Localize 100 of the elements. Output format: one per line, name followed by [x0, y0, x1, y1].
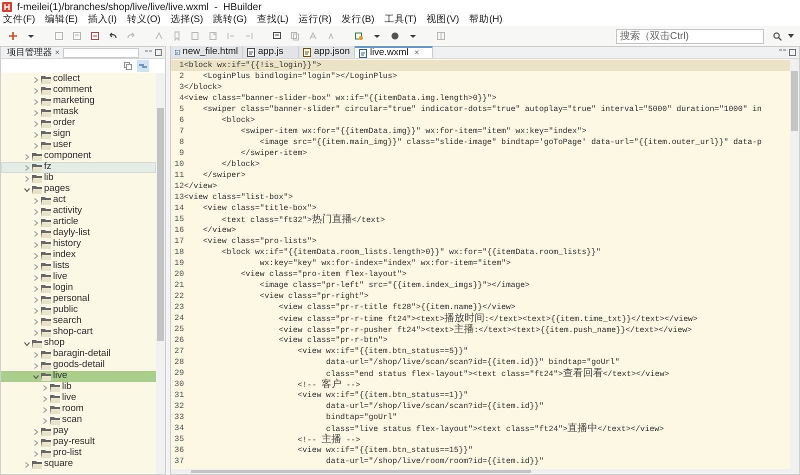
tree-item[interactable]: history — [1, 239, 156, 250]
menu-item[interactable]: 视图(V) — [424, 12, 462, 28]
chevron-right-icon[interactable] — [24, 462, 30, 468]
scrollbar[interactable] — [171, 469, 799, 474]
menu-item[interactable]: 运行(R) — [296, 12, 334, 28]
chevron-down-icon[interactable] — [24, 186, 30, 192]
tree-item[interactable]: fz — [1, 162, 156, 173]
chevron-right-icon[interactable] — [42, 396, 48, 402]
collapse-all-icon[interactable] — [124, 62, 132, 70]
tree-item[interactable]: lib — [1, 173, 156, 184]
chevron-right-icon[interactable] — [33, 450, 39, 456]
link-editor-button[interactable] — [137, 60, 149, 72]
menu-item[interactable]: 文件(F) — [1, 12, 38, 28]
tree-item[interactable]: dayly-list — [1, 228, 156, 239]
chevron-right-icon[interactable] — [33, 264, 39, 270]
tree-item[interactable]: sign — [1, 129, 156, 140]
menu-item[interactable]: 选择(S) — [168, 12, 206, 28]
chevron-right-icon[interactable] — [33, 198, 39, 204]
chevron-down-icon[interactable] — [24, 340, 30, 346]
chevron-right-icon[interactable] — [33, 76, 39, 82]
tree-item[interactable]: act — [1, 195, 156, 206]
tree-item[interactable]: live — [1, 393, 156, 404]
tree-item[interactable]: shop-cart — [1, 327, 156, 338]
chevron-right-icon[interactable] — [33, 440, 39, 446]
search-field[interactable]: 搜索（双击Ctrl) — [616, 28, 764, 44]
tree-item[interactable]: square — [1, 459, 156, 470]
save-all-icon[interactable] — [72, 31, 82, 41]
tree-item[interactable]: user — [1, 140, 156, 151]
chevron-down-icon[interactable] — [33, 374, 39, 380]
chevron-right-icon[interactable] — [33, 142, 39, 148]
document-icon[interactable] — [90, 31, 100, 41]
tree-item[interactable]: public — [1, 305, 156, 316]
tree-item[interactable]: room — [1, 404, 156, 415]
tree-item[interactable]: shop — [1, 338, 156, 349]
menu-item[interactable]: 转义(O) — [124, 12, 162, 28]
chevron-right-icon[interactable] — [33, 220, 39, 226]
chevron-right-icon[interactable] — [33, 362, 39, 368]
bookmark-icon[interactable] — [172, 31, 182, 41]
tree-item[interactable]: pay — [1, 426, 156, 437]
chevron-right-icon[interactable] — [33, 274, 39, 280]
chevron-right-icon[interactable] — [33, 88, 39, 94]
chevron-right-icon[interactable] — [24, 176, 30, 182]
maximize-icon[interactable] — [155, 49, 162, 56]
tree-item[interactable]: goods-detail — [1, 360, 156, 371]
chevron-right-icon[interactable] — [33, 132, 39, 138]
outdent-icon[interactable] — [244, 31, 254, 41]
save-icon[interactable] — [54, 31, 64, 41]
tree-item[interactable]: baragin-detail — [1, 349, 156, 360]
redo-icon[interactable] — [126, 31, 136, 41]
copy-icon[interactable] — [290, 31, 300, 41]
search-icon[interactable] — [773, 32, 782, 40]
page-icon[interactable] — [208, 31, 218, 41]
file-tab[interactable]: new_file.html — [171, 46, 243, 58]
chevron-right-icon[interactable] — [33, 286, 39, 292]
chevron-right-icon[interactable] — [33, 352, 39, 358]
indent-icon[interactable] — [226, 31, 236, 41]
tree-item[interactable]: component — [1, 151, 156, 162]
chevron-right-icon[interactable] — [24, 154, 30, 160]
menu-item[interactable]: 插入(I) — [86, 12, 119, 28]
tree-item[interactable]: login — [1, 283, 156, 294]
tree-item[interactable]: article — [1, 217, 156, 228]
tree-item[interactable]: comment — [1, 85, 156, 96]
chevron-right-icon[interactable] — [33, 296, 39, 302]
tree-item[interactable]: personal — [1, 294, 156, 305]
preview-icon[interactable] — [272, 31, 282, 41]
maximize-icon[interactable] — [789, 49, 796, 56]
close-button[interactable]: × — [55, 46, 60, 58]
tree-item[interactable]: mtask — [1, 107, 156, 118]
chevron-right-icon[interactable] — [33, 428, 39, 434]
dropdown-icon[interactable] — [788, 34, 794, 38]
tree-item[interactable]: pages — [1, 184, 156, 195]
chevron-right-icon[interactable] — [33, 308, 39, 314]
add-icon[interactable] — [8, 31, 18, 41]
browser-icon[interactable] — [390, 31, 400, 41]
file-tab[interactable]: app.json — [299, 46, 355, 58]
chevron-right-icon[interactable] — [33, 230, 39, 236]
close-button[interactable]: × — [414, 47, 420, 59]
menu-item[interactable]: 发行(B) — [340, 12, 376, 28]
tree-item[interactable]: lists — [1, 261, 156, 272]
tree-item[interactable]: live — [1, 371, 156, 382]
chevron-right-icon[interactable] — [33, 98, 39, 104]
tree-item[interactable]: scan — [1, 415, 156, 426]
chevron-right-icon[interactable] — [42, 418, 48, 424]
menu-item[interactable]: 编辑(E) — [43, 12, 80, 28]
tree-item[interactable]: lib — [1, 382, 156, 393]
menu-item[interactable]: 跳转(G) — [211, 12, 249, 28]
page-icon[interactable] — [190, 31, 200, 41]
scrollbar[interactable] — [790, 59, 799, 469]
tree-item[interactable]: order — [1, 118, 156, 129]
undo-icon[interactable] — [108, 31, 118, 41]
run-icon[interactable] — [354, 31, 364, 41]
chevron-right-icon[interactable] — [33, 208, 39, 214]
chevron-right-icon[interactable] — [33, 120, 39, 126]
chevron-right-icon[interactable] — [33, 318, 39, 324]
tree-item[interactable]: activity — [1, 206, 156, 217]
tree-item[interactable]: pay-result — [1, 437, 156, 448]
chevron-right-icon[interactable] — [24, 164, 30, 170]
panel-icon[interactable] — [436, 31, 446, 41]
tree-item[interactable]: live — [1, 272, 156, 283]
chevron-right-icon[interactable] — [33, 242, 39, 248]
